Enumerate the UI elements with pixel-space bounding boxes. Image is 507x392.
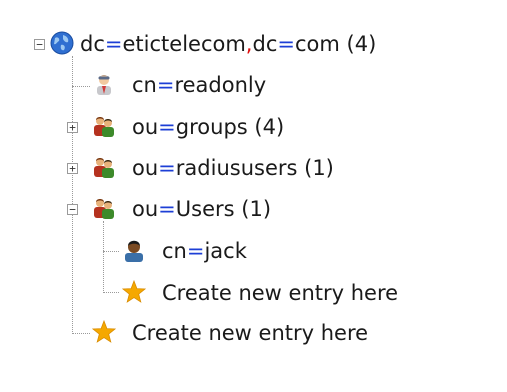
tree-node-groups[interactable]: ou=groups (4) <box>132 112 284 142</box>
tree-node-radiususers[interactable]: ou=radiususers (1) <box>132 153 334 183</box>
tree-line <box>72 333 90 334</box>
group-icon <box>94 199 114 219</box>
create-entry-label: Create new entry here <box>132 321 369 345</box>
tree-line <box>103 292 119 293</box>
tree-node-users[interactable]: ou=Users (1) <box>132 194 271 224</box>
collapse-toggle-users[interactable]: − <box>67 204 78 215</box>
tree-line <box>72 56 73 334</box>
globe-icon <box>50 31 74 55</box>
create-entry-link-users[interactable]: Create new entry here <box>162 278 398 308</box>
tree-line <box>103 251 119 252</box>
person-icon <box>125 240 143 262</box>
node-label: cn=readonly <box>132 73 267 97</box>
tree-node-readonly[interactable]: cn=readonly <box>132 70 266 100</box>
group-icon <box>94 117 114 137</box>
node-label: ou=Users (1) <box>132 197 272 221</box>
expand-toggle-groups[interactable]: + <box>67 122 78 133</box>
tree-node-jack[interactable]: cn=jack <box>162 236 247 266</box>
star-icon <box>92 320 116 343</box>
create-entry-link-root[interactable]: Create new entry here <box>132 318 368 348</box>
node-label: ou=radiususers (1) <box>132 156 334 180</box>
node-label: cn=jack <box>162 239 247 263</box>
tree-line <box>103 221 104 293</box>
tree-node-root[interactable]: dc=etictelecom,dc=com (4) <box>80 29 376 59</box>
tree-line <box>72 86 90 87</box>
node-label: dc=etictelecom,dc=com (4) <box>80 32 377 56</box>
ldap-tree: − dc=etictelecom,dc=com (4) cn=readonly … <box>0 0 507 392</box>
expand-toggle-radiususers[interactable]: + <box>67 163 78 174</box>
user-icon <box>97 75 111 95</box>
star-icon <box>122 280 146 303</box>
node-label: ou=groups (4) <box>132 115 285 139</box>
create-entry-label: Create new entry here <box>162 281 399 305</box>
collapse-toggle-root[interactable]: − <box>34 39 45 50</box>
group-icon <box>94 158 114 178</box>
